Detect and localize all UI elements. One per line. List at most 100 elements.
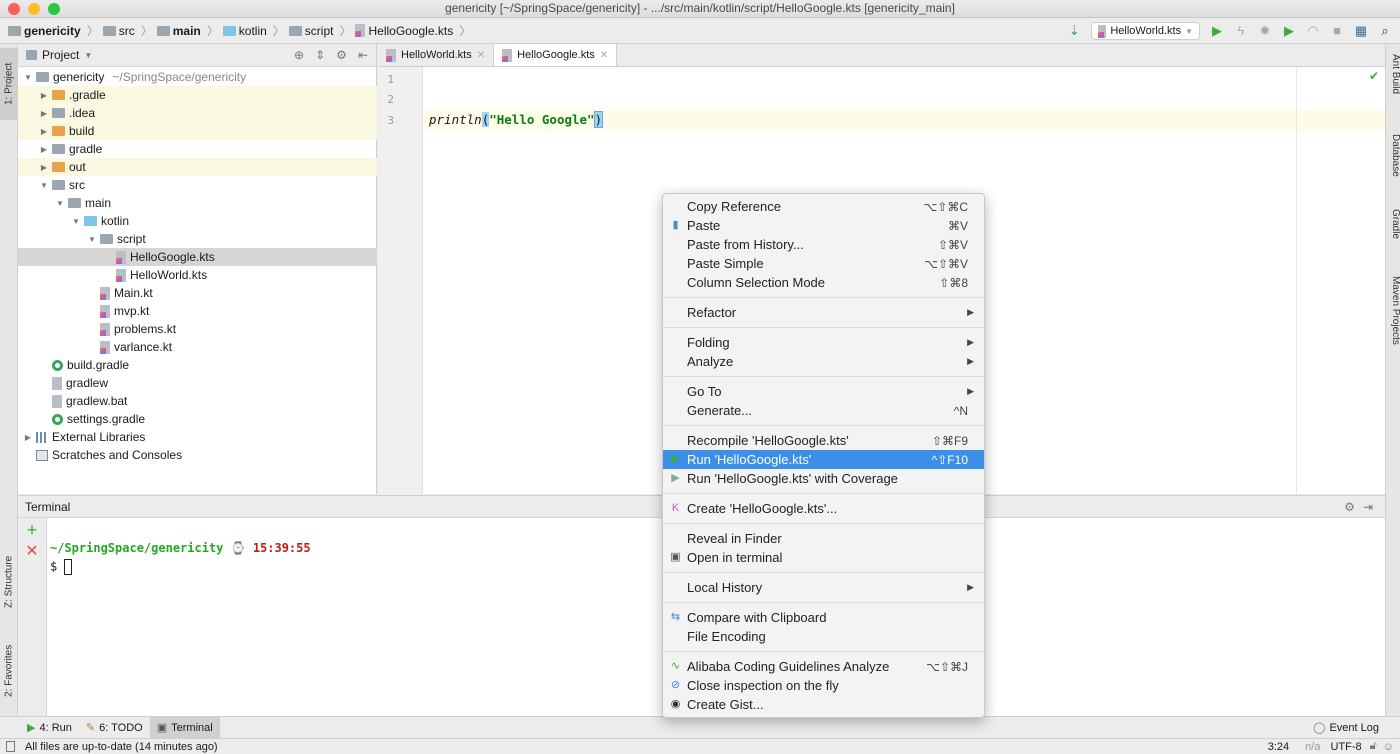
- tree-item[interactable]: ▼ script: [18, 230, 377, 248]
- menu-item[interactable]: ▮ Paste ⌘V: [663, 216, 984, 235]
- expand-arrow-icon[interactable]: ▼: [38, 181, 50, 190]
- tree-item[interactable]: ▶ build: [18, 122, 377, 140]
- tree-item[interactable]: ▶ gradle: [18, 140, 377, 158]
- cursor-position[interactable]: 3:24: [1268, 741, 1289, 753]
- expand-arrow-icon[interactable]: ▶: [38, 163, 50, 172]
- expand-arrow-icon[interactable]: ▶: [38, 109, 50, 118]
- tool-tab-run[interactable]: ▶ 4: Run: [20, 717, 79, 738]
- toggle-tool-windows-icon[interactable]: [6, 741, 15, 752]
- close-tab-icon[interactable]: ✕: [477, 50, 485, 61]
- expand-arrow-icon[interactable]: ▼: [86, 235, 98, 244]
- tree-item[interactable]: problems.kt: [18, 320, 377, 338]
- search-icon[interactable]: ⌕: [1378, 24, 1392, 38]
- tool-tab-todo[interactable]: ✎ 6: TODO: [79, 717, 150, 738]
- inspector-icon[interactable]: ☺: [1383, 741, 1394, 753]
- crumb-src[interactable]: src 〉: [102, 22, 153, 39]
- crumb-main[interactable]: main 〉: [156, 22, 219, 39]
- tree-item[interactable]: ▶ out: [18, 158, 377, 176]
- tree-item[interactable]: settings.gradle: [18, 410, 377, 428]
- maximize-window-button[interactable]: [48, 3, 60, 15]
- expand-arrow-icon[interactable]: ▼: [70, 217, 82, 226]
- tool-tab-structure[interactable]: Z: Structure: [0, 544, 18, 619]
- event-log-button[interactable]: ◯ Event Log: [1306, 717, 1386, 738]
- tree-item[interactable]: mvp.kt: [18, 302, 377, 320]
- menu-item[interactable]: Local History ▶: [663, 578, 984, 597]
- expand-arrow-icon[interactable]: ▶: [38, 145, 50, 154]
- crumb-script[interactable]: script 〉: [288, 22, 351, 39]
- menu-item[interactable]: Recompile 'HelloGoogle.kts' ⇧⌘F9: [663, 431, 984, 450]
- menu-item[interactable]: Reveal in Finder: [663, 529, 984, 548]
- collapse-all-icon[interactable]: ⇕: [315, 48, 325, 62]
- close-tab-icon[interactable]: ✕: [600, 50, 608, 61]
- tool-tab-project[interactable]: 1: Project: [0, 48, 18, 120]
- scroll-from-source-icon[interactable]: ⊕: [294, 48, 304, 62]
- menu-item[interactable]: ⊘ Close inspection on the fly: [663, 676, 984, 695]
- menu-item[interactable]: Generate... ^N: [663, 401, 984, 420]
- project-structure-icon[interactable]: ▦: [1354, 24, 1368, 38]
- chevron-down-icon[interactable]: ▼: [84, 51, 92, 60]
- tool-tab-terminal[interactable]: ▣ Terminal: [149, 717, 220, 738]
- tree-item[interactable]: ▼ kotlin: [18, 212, 377, 230]
- gear-icon[interactable]: ⚙: [336, 48, 347, 62]
- menu-item[interactable]: ▶ Run 'HelloGoogle.kts' ^⇧F10: [663, 450, 984, 469]
- menu-item[interactable]: Go To ▶: [663, 382, 984, 401]
- tree-item[interactable]: gradlew: [18, 374, 377, 392]
- tree-item[interactable]: ▶ .gradle: [18, 86, 377, 104]
- menu-item[interactable]: Refactor ▶: [663, 303, 984, 322]
- tree-item[interactable]: ▼ genericity ~/SpringSpace/genericity: [18, 68, 377, 86]
- expand-arrow-icon[interactable]: ▼: [54, 199, 66, 208]
- hide-panel-icon[interactable]: ⇥: [1363, 500, 1373, 514]
- tool-tab-database[interactable]: Database: [1386, 134, 1400, 177]
- tree-item[interactable]: ▶ .idea: [18, 104, 377, 122]
- crumb-genericity[interactable]: genericity 〉: [8, 22, 99, 39]
- file-encoding[interactable]: UTF-8: [1330, 741, 1361, 753]
- close-window-button[interactable]: [8, 3, 20, 15]
- expand-arrow-icon[interactable]: ▼: [22, 73, 34, 82]
- tree-item[interactable]: ▼ main: [18, 194, 377, 212]
- run-icon[interactable]: ▶: [1210, 24, 1224, 38]
- menu-item[interactable]: Analyze ▶: [663, 352, 984, 371]
- tool-tab-favorites[interactable]: 2: Favorites: [0, 632, 18, 710]
- editor-tab[interactable]: HelloWorld.kts ✕: [378, 44, 495, 66]
- build-icon[interactable]: ⇣: [1067, 24, 1081, 38]
- menu-item[interactable]: Paste Simple ⌥⇧⌘V: [663, 254, 984, 273]
- debug-lightning-icon[interactable]: ϟ: [1234, 24, 1248, 38]
- run-config-dropdown[interactable]: HelloWorld.kts ▼: [1091, 22, 1200, 40]
- minimize-window-button[interactable]: [28, 3, 40, 15]
- tree-item[interactable]: Main.kt: [18, 284, 377, 302]
- tool-tab-maven-projects[interactable]: Maven Projects: [1386, 276, 1400, 345]
- menu-item[interactable]: ∿ Alibaba Coding Guidelines Analyze ⌥⇧⌘J: [663, 657, 984, 676]
- menu-item[interactable]: Copy Reference ⌥⇧⌘C: [663, 197, 984, 216]
- tree-item[interactable]: build.gradle: [18, 356, 377, 374]
- tree-item[interactable]: HelloGoogle.kts: [18, 248, 377, 266]
- line-separator[interactable]: n/a: [1305, 741, 1320, 753]
- close-session-icon[interactable]: ✕: [18, 541, 46, 561]
- profile-icon[interactable]: ◠: [1306, 24, 1320, 38]
- expand-arrow-icon[interactable]: ▶: [38, 127, 50, 136]
- coverage-icon[interactable]: ▶: [1282, 24, 1296, 38]
- tool-tab-gradle[interactable]: Gradle: [1386, 209, 1400, 239]
- menu-item[interactable]: ▣ Open in terminal: [663, 548, 984, 567]
- menu-item[interactable]: File Encoding: [663, 627, 984, 646]
- gear-icon[interactable]: ⚙: [1344, 500, 1355, 514]
- tool-tab-ant-build[interactable]: Ant Build: [1386, 54, 1400, 94]
- tree-item[interactable]: ▶ External Libraries: [18, 428, 377, 446]
- tree-item[interactable]: HelloWorld.kts: [18, 266, 377, 284]
- menu-item[interactable]: ⇆ Compare with Clipboard: [663, 608, 984, 627]
- expand-arrow-icon[interactable]: ▶: [22, 433, 34, 442]
- menu-item[interactable]: ▶ Run 'HelloGoogle.kts' with Coverage: [663, 469, 984, 488]
- new-session-icon[interactable]: +: [18, 520, 46, 541]
- crumb-kotlin[interactable]: kotlin 〉: [222, 22, 285, 39]
- debug-icon[interactable]: ✹: [1258, 24, 1272, 38]
- menu-item[interactable]: Paste from History... ⇧⌘V: [663, 235, 984, 254]
- lock-icon[interactable]: 🔓︎: [1370, 740, 1377, 753]
- expand-arrow-icon[interactable]: ▶: [38, 91, 50, 100]
- hide-panel-icon[interactable]: ⇤: [358, 48, 368, 62]
- tree-item[interactable]: ▼ src: [18, 176, 377, 194]
- menu-item[interactable]: Folding ▶: [663, 333, 984, 352]
- menu-item[interactable]: ◉ Create Gist...: [663, 695, 984, 714]
- crumb-file[interactable]: HelloGoogle.kts 〉: [355, 22, 471, 39]
- tree-item[interactable]: gradlew.bat: [18, 392, 377, 410]
- editor-tab[interactable]: HelloGoogle.kts ✕: [494, 44, 618, 66]
- menu-item[interactable]: K Create 'HelloGoogle.kts'...: [663, 499, 984, 518]
